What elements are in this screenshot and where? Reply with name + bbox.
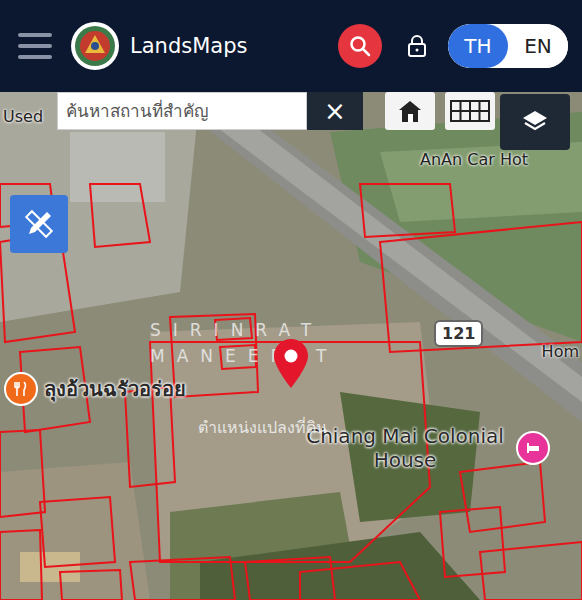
magnifier-icon xyxy=(348,34,372,58)
home-button[interactable] xyxy=(385,92,435,130)
app: LandsMaps THEN × Used AnAn Car Hot Hom SIRINRA… xyxy=(0,0,582,600)
ruler-pencil-icon xyxy=(21,206,57,242)
header: LandsMaps THEN xyxy=(0,0,582,92)
restaurant-icon xyxy=(4,372,38,406)
emblem-icon xyxy=(70,21,120,71)
language-option[interactable]: EN xyxy=(508,24,568,68)
search-row: × xyxy=(57,92,495,130)
map[interactable]: × Used AnAn Car Hot Hom SIRINRATMANEERAT 121 ล… xyxy=(0,92,582,600)
grid-icon xyxy=(450,100,490,122)
search-input[interactable] xyxy=(57,92,307,130)
place-label[interactable]: Chiang Mai Colonial House xyxy=(300,424,550,472)
menu-icon[interactable] xyxy=(18,33,52,59)
logo-icon[interactable] xyxy=(70,21,120,71)
clear-button[interactable]: × xyxy=(307,92,363,130)
house-icon xyxy=(396,97,424,125)
location-pin-icon[interactable] xyxy=(271,337,311,389)
place-label[interactable]: ลุงอ้วนฉรัวอร่อย xyxy=(4,372,186,406)
parcel-label: ตำแหน่งแปลงที่ดิน xyxy=(198,415,327,440)
language-toggle: THEN xyxy=(448,24,568,68)
layers-icon xyxy=(520,107,550,137)
app-name: LandsMaps xyxy=(130,34,247,58)
search-button[interactable] xyxy=(338,24,382,68)
watermark: SIRINRATMANEERAT xyxy=(150,317,338,369)
lock-icon[interactable] xyxy=(406,34,428,58)
measure-button[interactable] xyxy=(10,195,68,253)
layers-button[interactable] xyxy=(500,94,570,150)
grid-button[interactable] xyxy=(445,92,495,130)
map-label: Hom xyxy=(542,342,579,361)
road-shield: 121 xyxy=(434,320,483,347)
map-label: Used xyxy=(3,107,43,126)
language-option[interactable]: TH xyxy=(448,24,508,68)
map-label: AnAn Car Hot xyxy=(420,150,528,169)
hotel-icon xyxy=(516,431,550,465)
